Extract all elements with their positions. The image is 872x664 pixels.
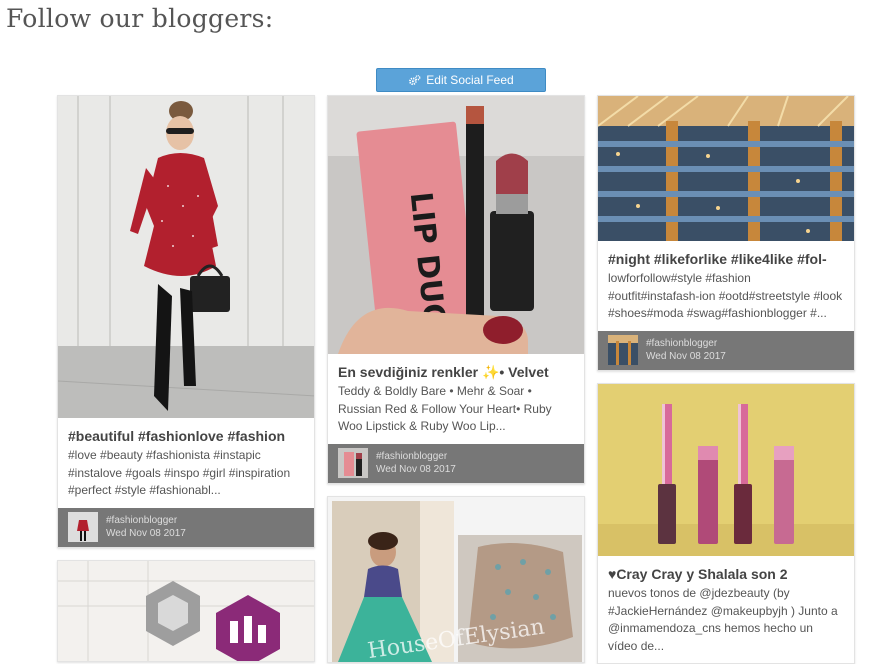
feed-card[interactable]: LIP DUO En sevdiğiniz renkler ✨• Velvet … bbox=[327, 95, 585, 484]
edit-social-feed-button[interactable]: Edit Social Feed bbox=[376, 68, 546, 92]
author-avatar bbox=[338, 448, 368, 478]
post-image[interactable] bbox=[58, 561, 314, 661]
post-title: ♥Cray Cray y Shalala son 2 bbox=[608, 566, 788, 582]
post-photo bbox=[598, 384, 854, 556]
post-date: Wed Nov 08 2017 bbox=[646, 351, 726, 362]
post-text: lowforfollow#style #fashion #outfit#inst… bbox=[608, 271, 843, 320]
post-author: #fashionblogger bbox=[106, 515, 178, 526]
post-text: #love #beauty #fashionista #instapic #in… bbox=[68, 448, 291, 497]
post-image[interactable] bbox=[598, 96, 854, 241]
post-image[interactable]: LIP DUO bbox=[328, 96, 584, 354]
post-author: #fashionblogger bbox=[376, 451, 448, 462]
post-author: #fashionblogger bbox=[646, 338, 718, 349]
post-image[interactable] bbox=[598, 384, 854, 556]
feed-card[interactable]: ♥Cray Cray y Shalala son 2 nuevos tonos … bbox=[597, 383, 855, 664]
edit-social-feed-label: Edit Social Feed bbox=[426, 73, 514, 87]
gears-icon bbox=[409, 74, 421, 85]
page-title: Follow our bloggers: bbox=[6, 4, 274, 33]
post-photo: HouseOfElysian bbox=[328, 497, 584, 662]
post-footer: #fashionblogger Wed Nov 08 2017 bbox=[598, 330, 854, 370]
post-photo bbox=[58, 561, 314, 661]
feed-card[interactable]: #night #likeforlike #like4like #fol- low… bbox=[597, 95, 855, 371]
post-photo bbox=[598, 96, 854, 241]
author-avatar bbox=[68, 512, 98, 542]
post-date: Wed Nov 08 2017 bbox=[106, 528, 186, 539]
post-text: nuevos tonos de @jdezbeauty (by #JackieH… bbox=[608, 586, 838, 653]
feed-card[interactable]: #beautiful #fashionlove #fashion #love #… bbox=[57, 95, 315, 548]
post-date: Wed Nov 08 2017 bbox=[376, 464, 456, 475]
feed-card[interactable]: HouseOfElysian bbox=[327, 496, 585, 663]
post-text: Teddy & Boldly Bare • Mehr & Soar • Russ… bbox=[338, 384, 552, 433]
author-avatar bbox=[608, 335, 638, 365]
post-title: #beautiful #fashionlove #fashion bbox=[68, 428, 286, 444]
post-image[interactable]: HouseOfElysian bbox=[328, 497, 584, 662]
post-photo bbox=[58, 96, 314, 418]
post-image[interactable] bbox=[58, 96, 314, 418]
feed-card[interactable] bbox=[57, 560, 315, 662]
post-footer: #fashionblogger Wed Nov 08 2017 bbox=[58, 507, 314, 547]
post-title: En sevdiğiniz renkler ✨• Velvet bbox=[338, 364, 549, 380]
post-footer: #fashionblogger Wed Nov 08 2017 bbox=[328, 443, 584, 483]
post-title: #night #likeforlike #like4like #fol- bbox=[608, 251, 827, 267]
post-photo: LIP DUO bbox=[328, 96, 584, 354]
